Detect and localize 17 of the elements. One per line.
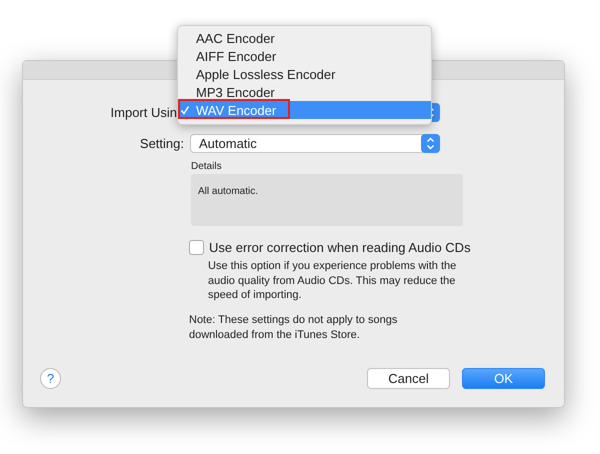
note-text: Note: These settings do not apply to songs downloaded from the iTunes Store.	[189, 312, 398, 342]
menu-item[interactable]: MP3 Encoder	[178, 83, 431, 101]
cancel-button[interactable]: Cancel	[367, 368, 450, 389]
field-label: Import Usin	[110, 104, 177, 120]
details-label: Details	[191, 161, 223, 172]
setting-popup[interactable]: Automatic	[190, 134, 440, 152]
menu-item[interactable]: AAC Encoder	[178, 29, 431, 47]
checkmark-icon	[180, 105, 190, 115]
details-text: All automatic.	[198, 186, 258, 197]
menu-item[interactable]: Apple Lossless Encoder	[178, 65, 431, 83]
field-label: Setting:	[138, 136, 185, 150]
stepper-icon	[421, 134, 440, 152]
help-button[interactable]: ?	[40, 368, 61, 389]
help-text: Use this option if you experience problems with the audio quality from Audio CDs. This may reduce the speed of importing.	[208, 259, 458, 302]
checkbox[interactable]	[189, 240, 204, 255]
checkbox-label[interactable]: Use error correction when reading Audio CDs	[209, 240, 471, 255]
menu-item[interactable]: AIFF Encoder	[178, 47, 431, 65]
